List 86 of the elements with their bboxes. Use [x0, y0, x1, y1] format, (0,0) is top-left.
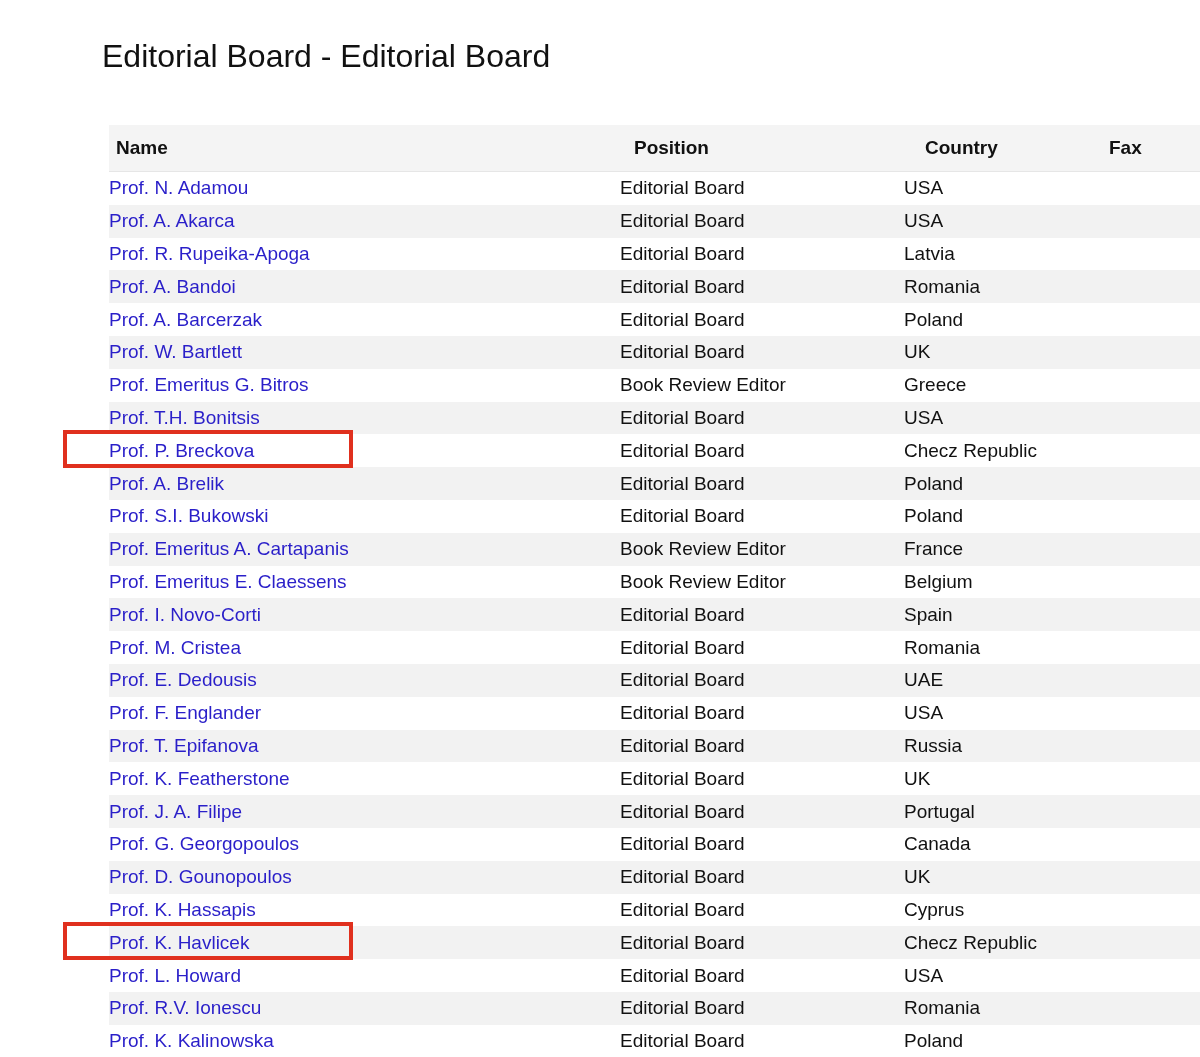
column-header: Fax	[1108, 137, 1143, 159]
table-cell-text: Editorial Board	[620, 243, 746, 265]
member-name-link[interactable]: Prof. D. Gounopoulos	[109, 866, 292, 889]
member-name-link[interactable]: Prof. S.I. Bukowski	[109, 505, 269, 528]
table-cell-text: Editorial Board	[620, 669, 746, 692]
table-cell-text: Cyprus	[904, 898, 966, 921]
table-cell-text: Editorial Board	[620, 308, 746, 331]
table-cell-text: Editorial Board	[620, 439, 746, 462]
member-name-link[interactable]: Prof. R.V. Ionescu	[109, 997, 262, 1020]
table-cell-text: USA	[904, 964, 945, 987]
table-cell-text: USA	[904, 210, 945, 233]
column-header: Country	[924, 137, 999, 159]
table-cell-text: Portugal	[904, 800, 976, 823]
member-name-link[interactable]: Prof. P. Breckova	[109, 439, 255, 462]
table-cell-text: USA	[904, 177, 945, 200]
member-name-link[interactable]: Prof. A. Akarca	[109, 210, 235, 233]
table-cell-text: Book Review Editor	[620, 374, 787, 397]
table-cell-text: Editorial Board	[620, 472, 746, 495]
table-cell-text: Editorial Board	[620, 702, 746, 725]
column-header: Name	[115, 137, 169, 159]
member-name-link[interactable]: Prof. R. Rupeika-Apoga	[109, 243, 310, 265]
table-cell-text: Editorial Board	[620, 964, 746, 987]
member-name-link[interactable]: Prof. K. Havlicek	[109, 931, 250, 954]
table-cell-text: Russia	[904, 734, 964, 757]
member-name-link[interactable]: Prof. T.H. Bonitsis	[109, 406, 260, 429]
table-cell-text: Book Review Editor	[620, 570, 787, 593]
member-name-link[interactable]: Prof. E. Dedousis	[109, 669, 257, 692]
table-cell-text: Editorial Board	[620, 505, 746, 528]
table-cell-text: Editorial Board	[620, 406, 746, 429]
table-cell-text: Checz Republic	[904, 931, 1039, 954]
table-cell-text: Romania	[904, 997, 982, 1020]
table-cell-text: UK	[904, 767, 932, 790]
table-cell-text: Romania	[904, 275, 982, 298]
table-cell-text: Editorial Board	[620, 734, 746, 757]
table-cell-text: Editorial Board	[620, 636, 746, 659]
table-cell-text: Editorial Board	[620, 1030, 746, 1053]
table-cell-text: Editorial Board	[620, 898, 746, 921]
member-name-link[interactable]: Prof. Emeritus G. Bitros	[109, 374, 309, 397]
member-name-link[interactable]: Prof. L. Howard	[109, 964, 241, 987]
table-cell-text: Checz Republic	[904, 439, 1039, 462]
member-name-link[interactable]: Prof. G. Georgopoulos	[109, 833, 300, 856]
table-cell-text: UK	[904, 866, 932, 889]
member-name-link[interactable]: Prof. K. Kalinowska	[109, 1030, 274, 1053]
table-cell-text: Editorial Board	[620, 866, 746, 889]
table-cell-text: Poland	[904, 472, 965, 495]
member-name-link[interactable]: Prof. I. Novo-Corti	[109, 603, 262, 626]
table-cell-text: Editorial Board	[620, 931, 746, 954]
table-cell-text: Editorial Board	[620, 767, 746, 790]
member-name-link[interactable]: Prof. K. Hassapis	[109, 898, 256, 921]
table-cell-text: Editorial Board	[620, 603, 746, 626]
table-cell-text: Poland	[904, 308, 965, 331]
table-cell-text: Romania	[904, 636, 982, 659]
table-cell-text: Book Review Editor	[620, 538, 787, 561]
table-cell-text: Spain	[904, 603, 954, 626]
table-cell-text: Belgium	[904, 570, 974, 593]
page-title: Editorial Board - Editorial Board	[102, 37, 552, 76]
member-name-link[interactable]: Prof. A. Brelik	[109, 472, 225, 495]
table-cell-text: Canada	[904, 833, 972, 856]
member-name-link[interactable]: Prof. K. Featherstone	[109, 767, 290, 790]
table-cell-text: Editorial Board	[620, 177, 746, 200]
member-name-link[interactable]: Prof. T. Epifanova	[109, 734, 259, 757]
column-header: Position	[633, 137, 710, 159]
table-cell-text: Editorial Board	[620, 341, 746, 364]
table-cell-text: UAE	[904, 669, 945, 692]
table-cell-text: Editorial Board	[620, 210, 746, 233]
table-cell-text: USA	[904, 702, 945, 725]
table-cell-text: Poland	[904, 1030, 965, 1053]
table-cell-text: Latvia	[904, 243, 956, 265]
member-name-link[interactable]: Prof. N. Adamou	[109, 177, 249, 200]
table-cell-text: Greece	[904, 374, 968, 397]
table-cell-text: Editorial Board	[620, 997, 746, 1020]
member-name-link[interactable]: Prof. Emeritus A. Cartapanis	[109, 538, 349, 561]
member-name-link[interactable]: Prof. M. Cristea	[109, 636, 241, 659]
member-name-link[interactable]: Prof. F. Englander	[109, 702, 262, 725]
member-name-link[interactable]: Prof. A. Barcerzak	[109, 308, 263, 331]
table-cell-text: France	[904, 538, 965, 561]
table-cell-text: USA	[904, 406, 945, 429]
table-cell-text: Editorial Board	[620, 833, 746, 856]
member-name-link[interactable]: Prof. A. Bandoi	[109, 275, 236, 298]
table-cell-text: Poland	[904, 505, 965, 528]
member-name-link[interactable]: Prof. Emeritus E. Claessens	[109, 570, 347, 593]
table-cell-text: Editorial Board	[620, 275, 746, 298]
member-name-link[interactable]: Prof. J. A. Filipe	[109, 800, 243, 823]
table-cell-text: UK	[904, 341, 932, 364]
table-cell-text: Editorial Board	[620, 800, 746, 823]
member-name-link[interactable]: Prof. W. Bartlett	[109, 341, 243, 364]
